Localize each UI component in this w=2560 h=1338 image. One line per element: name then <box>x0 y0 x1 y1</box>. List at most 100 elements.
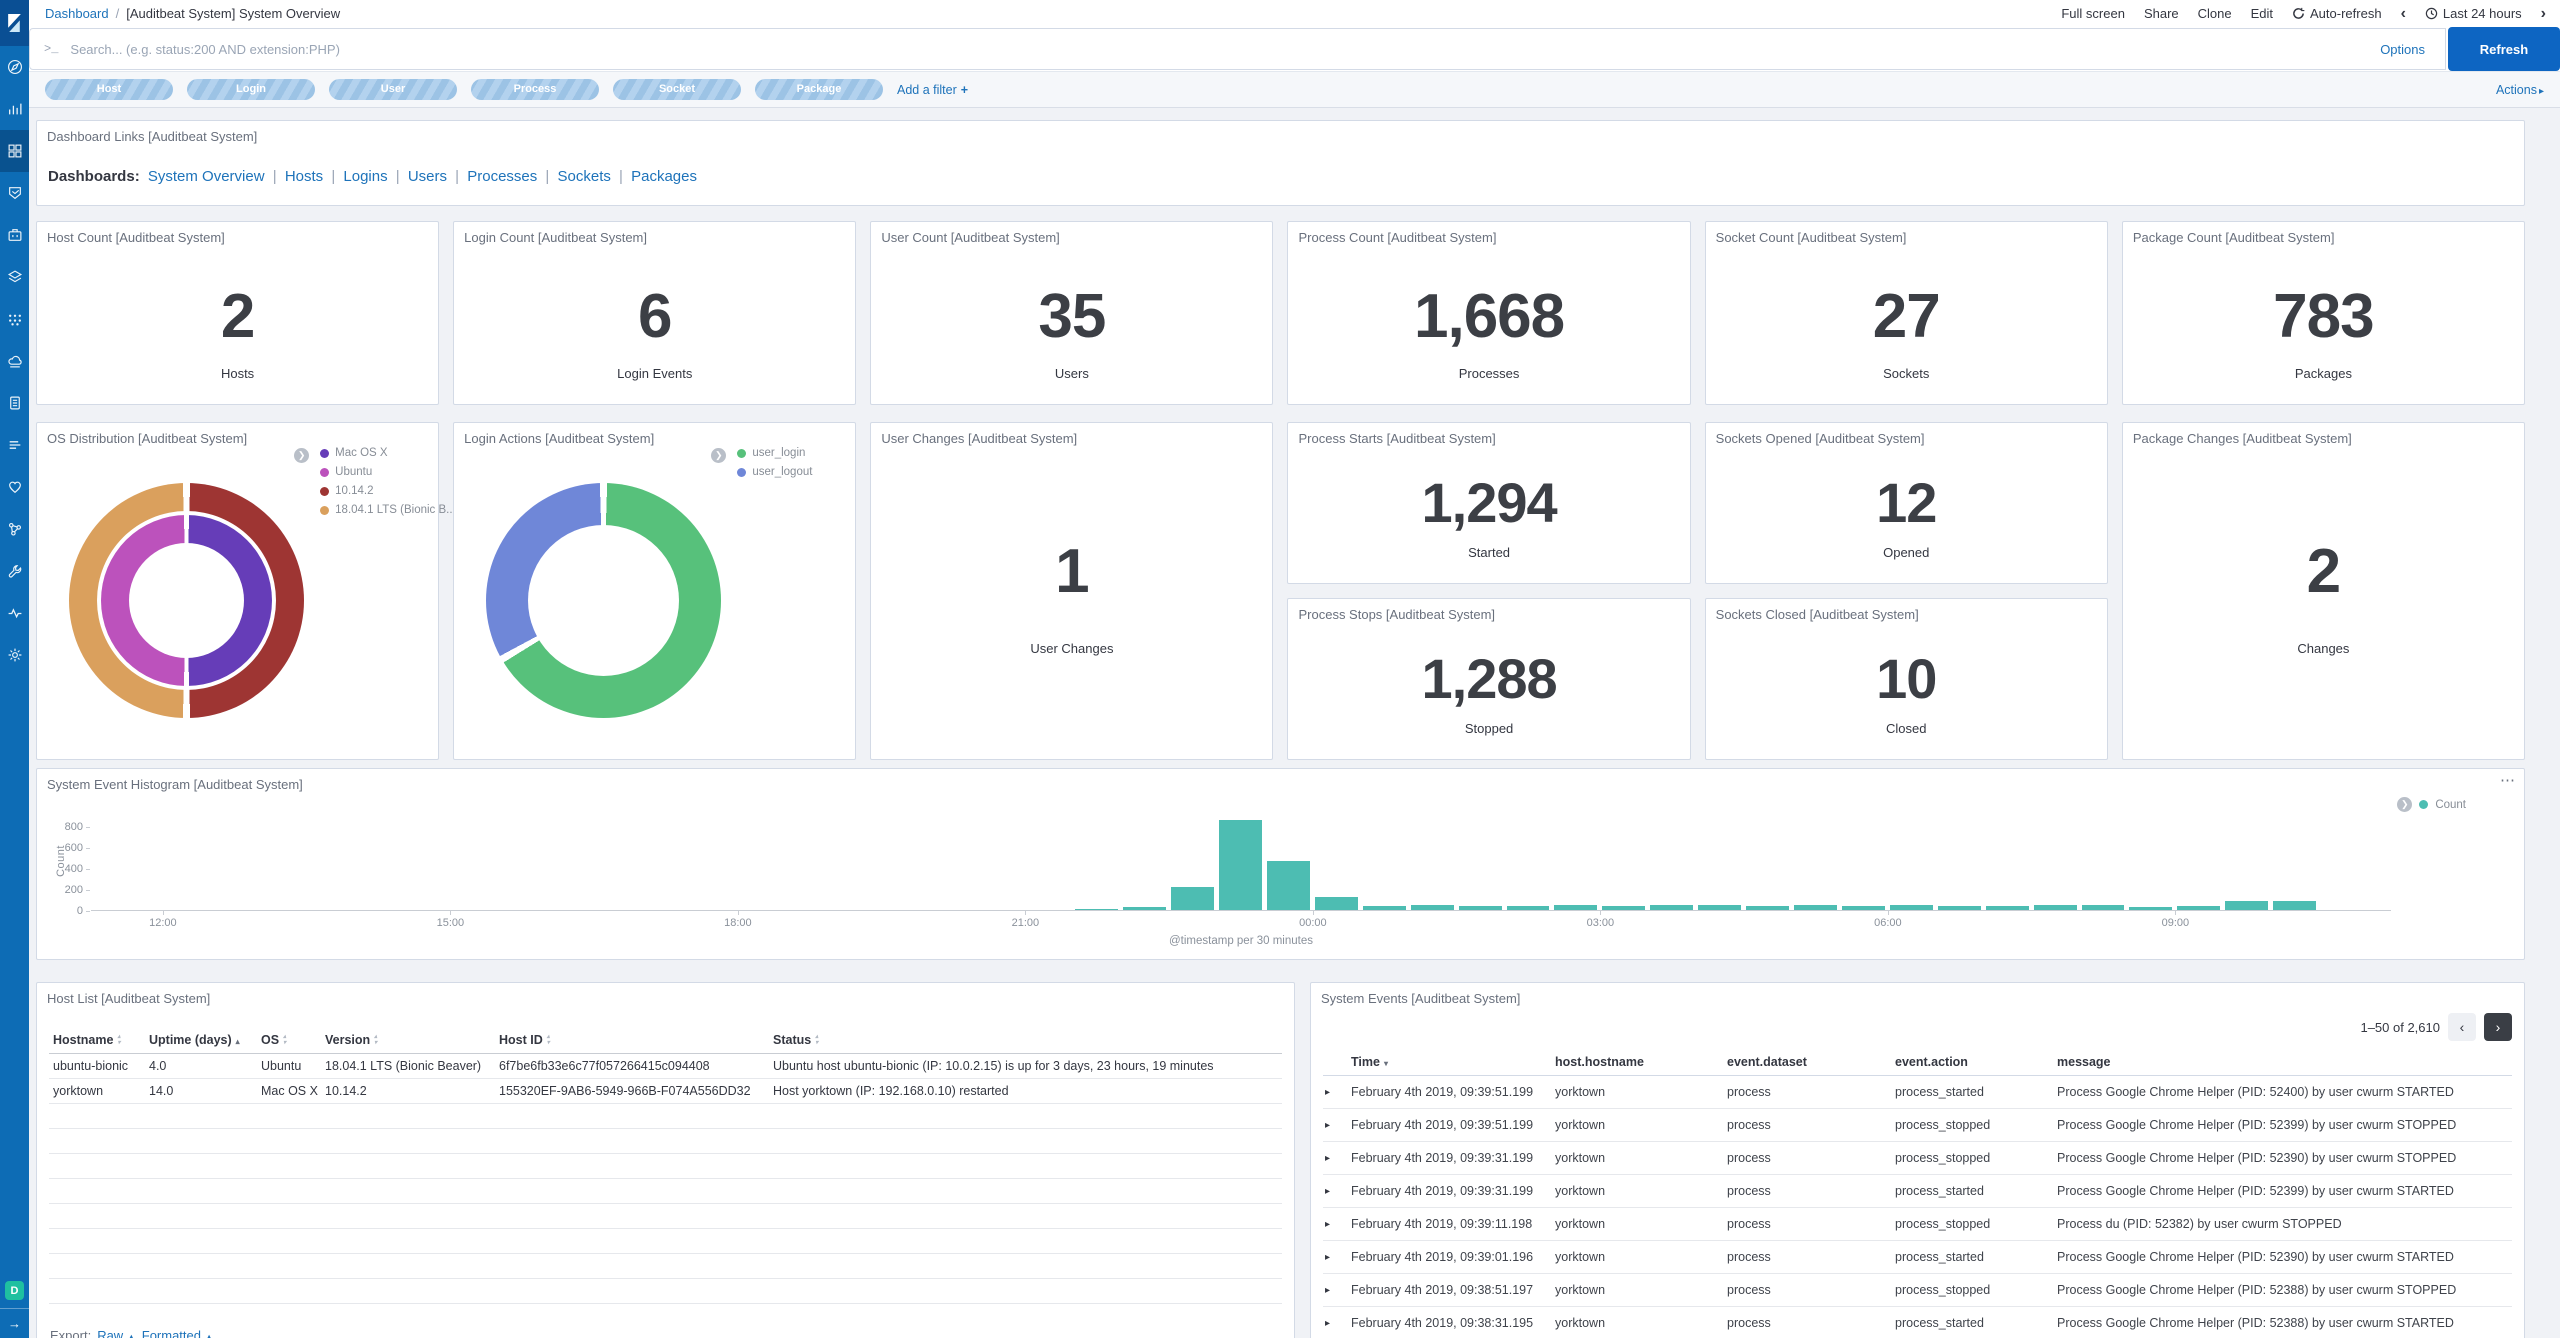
sidebar-item-discover[interactable] <box>0 46 29 88</box>
filter-pill-login[interactable]: Login <box>187 79 315 100</box>
menu-clone[interactable]: Clone <box>2198 6 2232 21</box>
dashboard-link-logins[interactable]: Logins <box>343 168 387 185</box>
column-header-status[interactable]: Status▴▾ <box>769 1027 1282 1054</box>
space-badge[interactable]: D <box>5 1281 24 1300</box>
dashboard-link-hosts[interactable]: Hosts <box>285 168 323 185</box>
time-forward-button[interactable]: › <box>2541 6 2546 22</box>
histogram-bar[interactable] <box>1267 861 1310 910</box>
dashboard-link-packages[interactable]: Packages <box>631 168 697 185</box>
options-link[interactable]: Options <box>2374 42 2431 57</box>
expand-row-button[interactable]: ▸ <box>1323 1109 1347 1142</box>
filter-pill-socket[interactable]: Socket <box>613 79 741 100</box>
login-actions-donut[interactable] <box>486 483 721 718</box>
histogram-bar[interactable] <box>1698 905 1741 910</box>
column-header-os[interactable]: OS▴▾ <box>257 1027 321 1054</box>
histogram-bar[interactable] <box>1459 906 1502 910</box>
auto-refresh-button[interactable]: Auto-refresh <box>2292 6 2382 21</box>
expand-row-button[interactable]: ▸ <box>1323 1307 1347 1338</box>
histogram-bar[interactable] <box>1890 905 1933 910</box>
menu-share[interactable]: Share <box>2144 6 2179 21</box>
filter-pill-process[interactable]: Process <box>471 79 599 100</box>
pagination-prev-button[interactable]: ‹ <box>2448 1013 2476 1041</box>
legend-toggle-icon[interactable]: ❯ <box>711 448 726 463</box>
histogram-bar[interactable] <box>1746 906 1789 910</box>
menu-edit[interactable]: Edit <box>2251 6 2273 21</box>
host-row-yorktown[interactable]: yorktown14.0Mac OS X10.14.2155320EF-9AB6… <box>49 1079 1282 1104</box>
histogram-bar[interactable] <box>1075 909 1118 910</box>
search-input[interactable] <box>70 42 2374 57</box>
actions-link[interactable]: Actions▸ <box>2496 83 2544 97</box>
histogram-bar[interactable] <box>1315 897 1358 910</box>
legend-item-10-14-2[interactable]: 10.14.2 <box>320 485 432 497</box>
legend-item-user-logout[interactable]: user_logout <box>737 466 849 478</box>
add-filter-link[interactable]: Add a filter+ <box>897 83 968 97</box>
histogram-bar[interactable] <box>1219 820 1262 910</box>
column-header-message[interactable]: message <box>2053 1049 2512 1076</box>
filter-pill-host[interactable]: Host <box>45 79 173 100</box>
sidebar-item-canvas[interactable] <box>0 214 29 256</box>
sidebar-item-dashboard[interactable] <box>0 130 29 172</box>
histogram-bar[interactable] <box>1842 906 1885 910</box>
dashboard-link-sockets[interactable]: Sockets <box>558 168 611 185</box>
expand-row-button[interactable]: ▸ <box>1323 1208 1347 1241</box>
column-header-event-action[interactable]: event.action <box>1891 1049 2053 1076</box>
histogram-bar[interactable] <box>1507 906 1550 910</box>
expand-row-button[interactable]: ▸ <box>1323 1175 1347 1208</box>
sidebar-item-apm[interactable] <box>0 424 29 466</box>
legend-toggle-icon[interactable]: ❯ <box>294 448 309 463</box>
expand-row-button[interactable]: ▸ <box>1323 1241 1347 1274</box>
sidebar-item-machine-learning[interactable] <box>0 298 29 340</box>
sidebar-item-management[interactable] <box>0 634 29 676</box>
kibana-logo[interactable] <box>0 0 29 46</box>
dashboard-link-system-overview[interactable]: System Overview <box>148 168 265 185</box>
column-header-uptime-days[interactable]: Uptime (days)▴ <box>145 1027 257 1054</box>
sidebar-item-uptime[interactable] <box>0 466 29 508</box>
column-header-host-id[interactable]: Host ID▴▾ <box>495 1027 769 1054</box>
legend-item-ubuntu[interactable]: Ubuntu <box>320 466 432 478</box>
export-raw-link[interactable]: Raw ▲ <box>97 1328 136 1338</box>
histogram-bar[interactable] <box>2034 905 2077 910</box>
column-header-time[interactable]: Time▾ <box>1347 1049 1551 1076</box>
histogram-bar[interactable] <box>1171 887 1214 911</box>
histogram-bar[interactable] <box>2177 906 2220 910</box>
legend-item-18-04-1-lts-bionic-b[interactable]: 18.04.1 LTS (Bionic B... <box>320 504 432 516</box>
sidebar-item-visualize[interactable] <box>0 88 29 130</box>
os-version-ring[interactable] <box>69 483 304 718</box>
refresh-button[interactable]: Refresh <box>2448 27 2560 71</box>
column-header-hostname[interactable]: Hostname▴▾ <box>49 1027 145 1054</box>
sidebar-item-logs[interactable] <box>0 382 29 424</box>
legend-item-user-login[interactable]: user_login <box>737 447 849 459</box>
legend-toggle-icon[interactable]: ❯ <box>2397 797 2412 812</box>
filter-pill-user[interactable]: User <box>329 79 457 100</box>
dashboard-link-processes[interactable]: Processes <box>467 168 537 185</box>
sidebar-item-infrastructure[interactable] <box>0 340 29 382</box>
histogram-bar[interactable] <box>1602 906 1645 910</box>
time-back-button[interactable]: ‹ <box>2401 6 2406 22</box>
histogram-bar[interactable] <box>1363 906 1406 910</box>
time-range-button[interactable]: Last 24 hours <box>2425 6 2522 21</box>
histogram-bar[interactable] <box>1938 906 1981 910</box>
histogram-bar[interactable] <box>1123 907 1166 910</box>
histogram-bar[interactable] <box>1554 905 1597 910</box>
expand-row-button[interactable]: ▸ <box>1323 1274 1347 1307</box>
export-formatted-link[interactable]: Formatted ▲ <box>142 1328 214 1338</box>
breadcrumb-dashboard-link[interactable]: Dashboard <box>45 6 109 21</box>
sidebar-item-monitoring[interactable] <box>0 592 29 634</box>
legend-label-count[interactable]: Count <box>2435 799 2466 811</box>
sidebar-item-dev-tools[interactable] <box>0 550 29 592</box>
sidebar-item-graph[interactable] <box>0 508 29 550</box>
login-ring[interactable] <box>486 483 721 718</box>
histogram-bar[interactable] <box>1650 905 1693 910</box>
panel-menu-icon[interactable]: ⋯ <box>2500 771 2516 789</box>
host-row-ubuntu-bionic[interactable]: ubuntu-bionic4.0Ubuntu18.04.1 LTS (Bioni… <box>49 1054 1282 1079</box>
histogram-bar[interactable] <box>1986 906 2029 910</box>
histogram-bar[interactable] <box>2082 905 2125 910</box>
sidebar-expand-button[interactable]: → <box>0 1308 29 1338</box>
histogram-bar[interactable] <box>2225 901 2268 910</box>
expand-row-button[interactable]: ▸ <box>1323 1076 1347 1109</box>
column-header-version[interactable]: Version▴▾ <box>321 1027 495 1054</box>
histogram-bar[interactable] <box>1794 905 1837 910</box>
column-header-host-hostname[interactable]: host.hostname <box>1551 1049 1723 1076</box>
pagination-next-button[interactable]: › <box>2484 1013 2512 1041</box>
filter-pill-package[interactable]: Package <box>755 79 883 100</box>
